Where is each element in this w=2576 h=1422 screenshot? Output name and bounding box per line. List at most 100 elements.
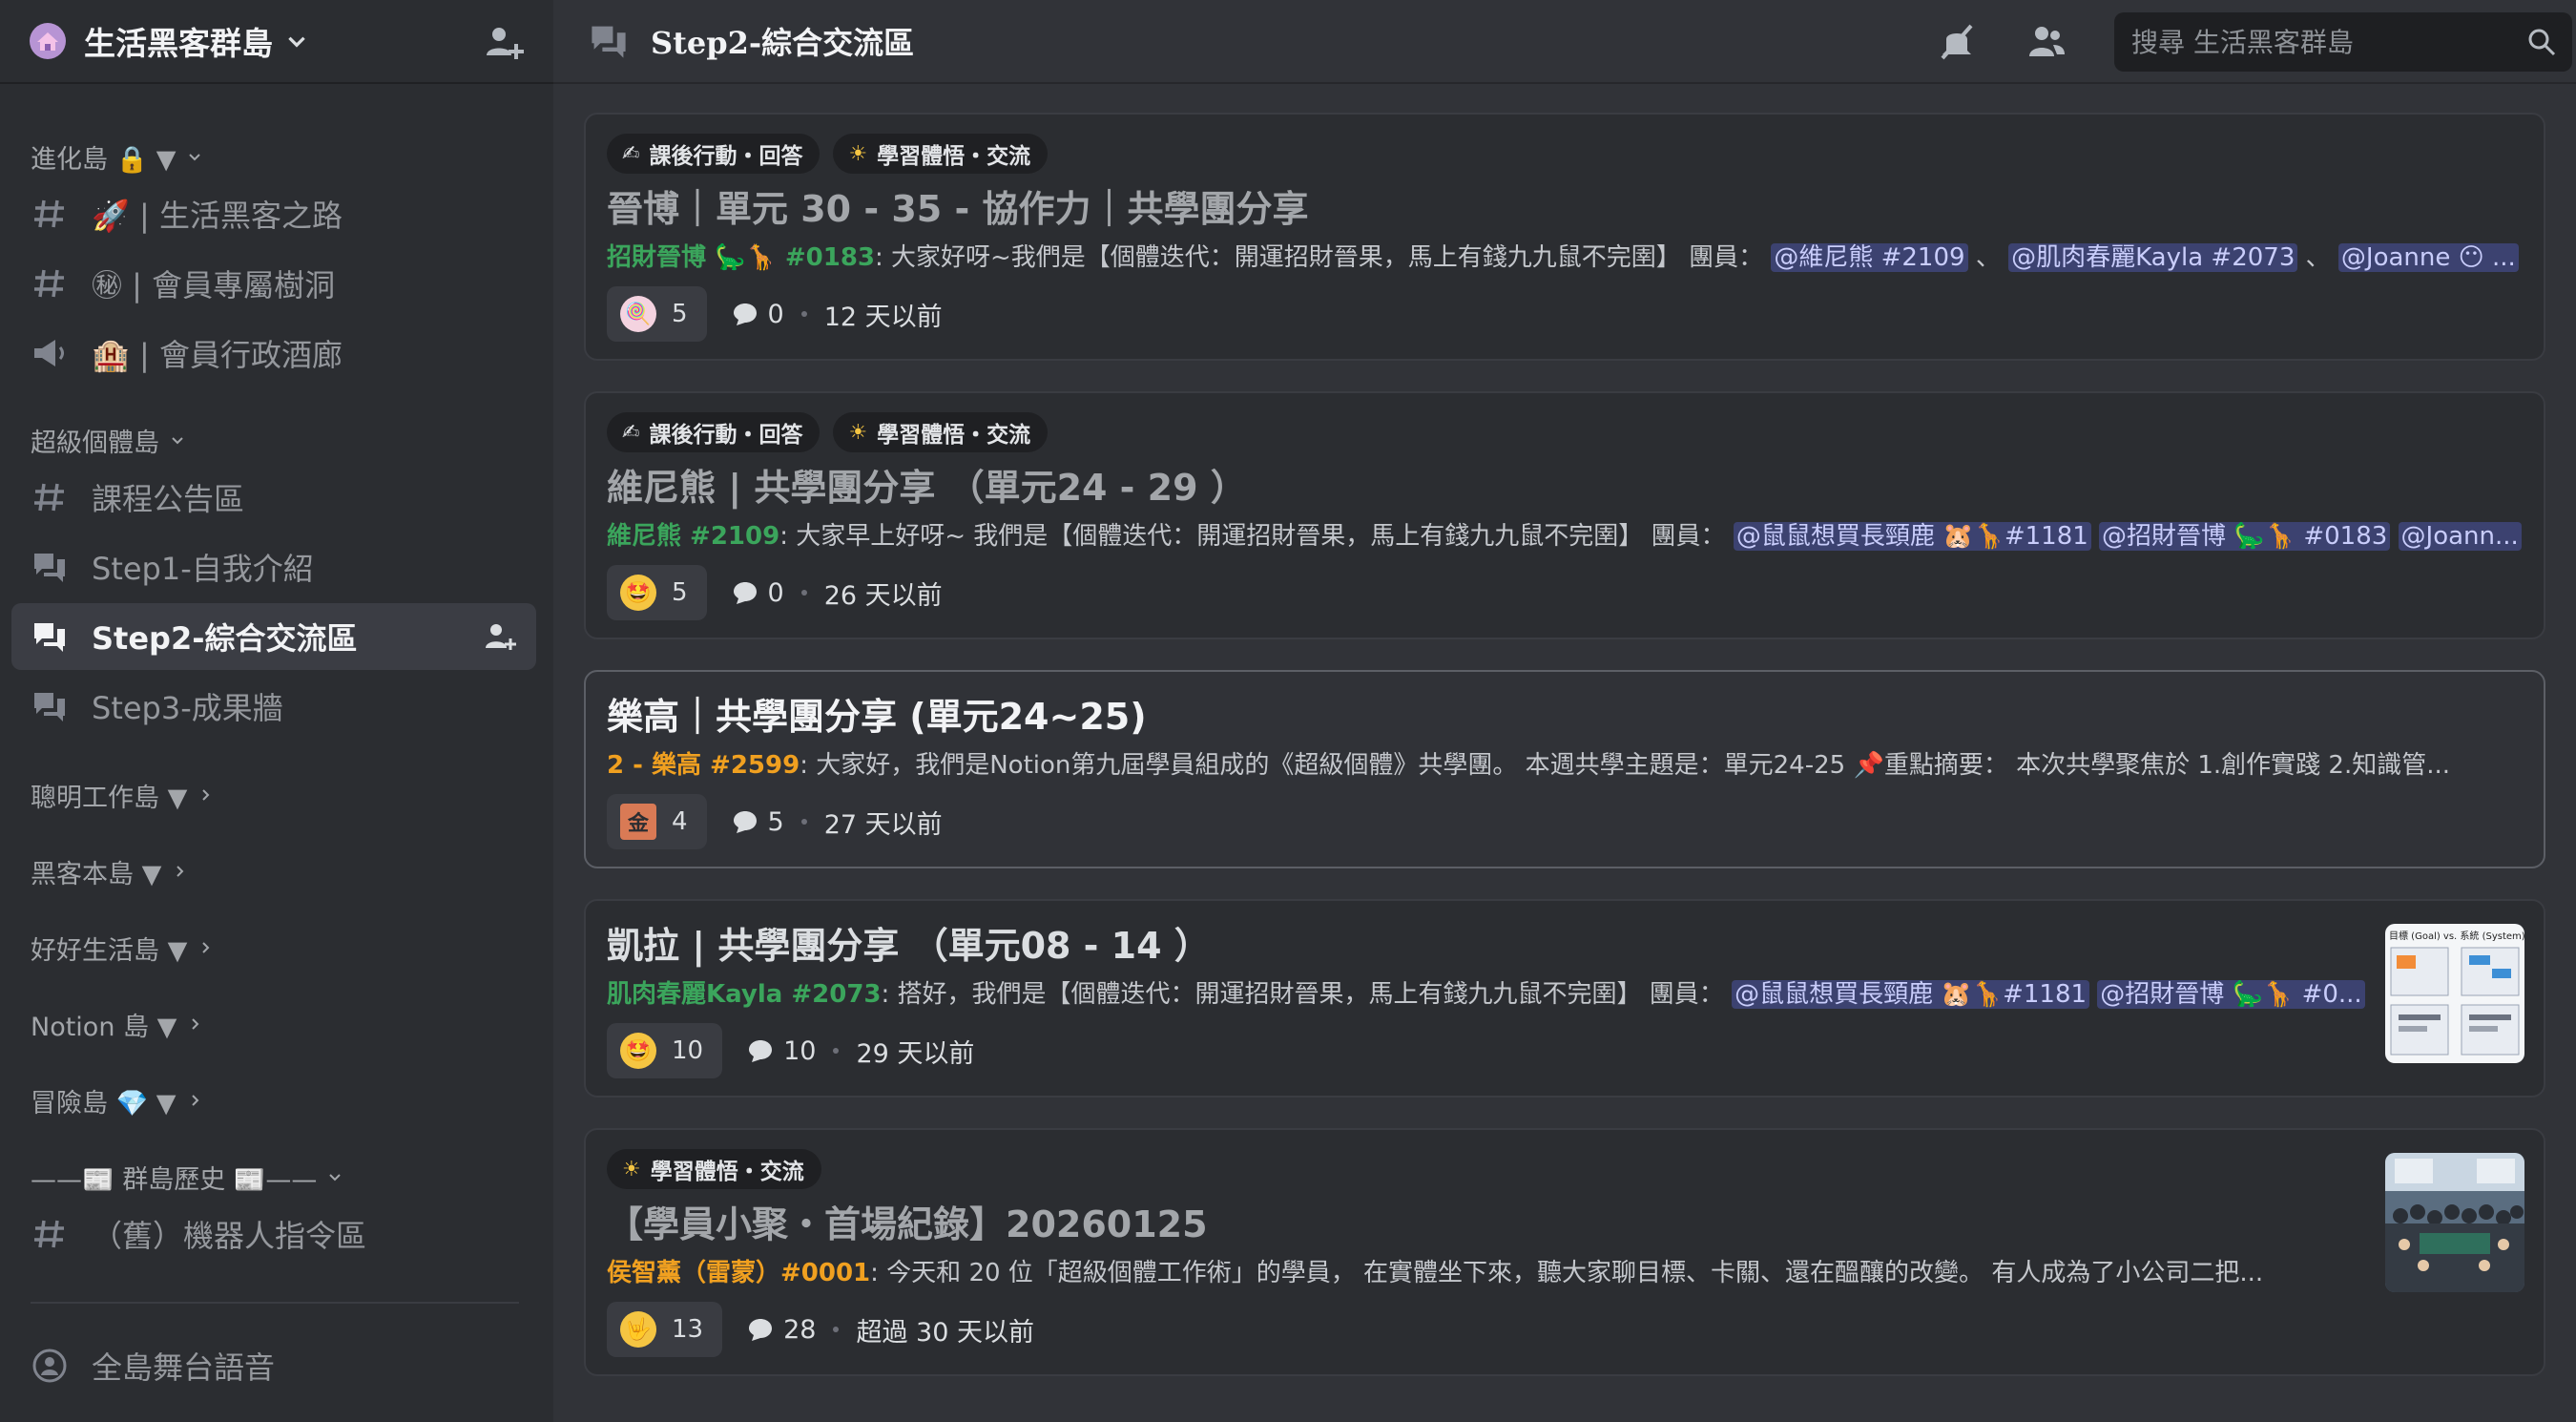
mention[interactable]: @肌肉春麗Kayla #2073 — [2008, 243, 2298, 272]
post-tag[interactable]: ✍ 課後行動・回答 — [607, 134, 821, 174]
post-thumbnail[interactable]: 目標 (Goal) vs. 系統 (System) — [2385, 924, 2524, 1063]
reaction-button[interactable]: 🤩 5 — [607, 565, 707, 620]
comment-count: 5 — [732, 807, 784, 837]
post-timestamp: 12 天以前 — [823, 302, 943, 332]
post-meta: 金 4 5 27 天以前 — [607, 794, 2523, 849]
reaction-button[interactable]: 🍭 5 — [607, 286, 707, 342]
reaction-count: 10 — [672, 1036, 704, 1065]
post-tag[interactable]: ☀ 學習體悟・交流 — [833, 134, 1049, 174]
chevron-down-icon[interactable] — [284, 29, 309, 53]
forum-post[interactable]: ✍ 課後行動・回答 ☀ 學習體悟・交流 晉博｜單元 30 - 35 - 協作力｜共學… — [584, 113, 2545, 361]
mention[interactable]: @Joanne 😶 ... — [2337, 243, 2519, 272]
post-author[interactable]: 2 - 樂高 #2599 — [607, 751, 800, 780]
separator-dot — [833, 1048, 840, 1054]
post-title: 晉博｜單元 30 - 35 - 協作力｜共學團分享 — [607, 188, 1309, 230]
category-super-individual-island[interactable]: 超級個體島 — [0, 419, 553, 461]
post-tag[interactable]: ☀ 學習體悟・交流 — [833, 412, 1049, 452]
comment-count: 10 — [747, 1036, 816, 1066]
channel-header: Step2-綜合交流區 — [553, 0, 2576, 84]
channel-course-announcements[interactable]: 課程公告區 — [11, 464, 536, 531]
category-smart-work-island[interactable]: 聰明工作島 ▼ — [0, 774, 553, 816]
chevron-down-icon — [329, 1174, 342, 1182]
preview-text: : 大家好，我們是Notion第九屆學員組成的《超級個體》共學團。 本週共學主題… — [800, 751, 2451, 780]
mention[interactable]: @招財晉博 🦕🦒 #0... — [2097, 980, 2365, 1009]
channel-stage-voice[interactable]: 全島舞台語音 — [11, 1332, 536, 1399]
reaction-count: 13 — [672, 1315, 704, 1344]
category-good-life-island[interactable]: 好好生活島 ▼ — [0, 927, 553, 969]
channel-label: 🏨 | 會員行政酒廊 — [92, 337, 343, 373]
post-timestamp: 26 天以前 — [823, 580, 943, 611]
post-thumbnail[interactable] — [2385, 1153, 2524, 1292]
post-preview: 2 - 樂高 #2599: 大家好，我們是Notion第九屆學員組成的《超級個體… — [607, 746, 2523, 784]
announcement-megaphone-icon — [34, 340, 64, 366]
category-hacker-main-island[interactable]: 黑客本島 ▼ — [0, 850, 553, 892]
add-member-icon[interactable] — [483, 619, 517, 654]
channel-member-tree-hole[interactable]: ㊙ | 會員專屬樹洞 — [11, 250, 536, 317]
member-list-icon[interactable] — [2025, 20, 2068, 64]
category-evolution-island[interactable]: 進化島 🔒 ▼ — [0, 136, 553, 178]
chevron-down-icon — [172, 437, 183, 445]
search-input[interactable] — [2131, 26, 2526, 58]
category-label: 冒險島 💎 ▼ — [31, 1088, 177, 1119]
forum-post[interactable]: 凱拉 | 共學團分享 （單元08 - 14 ） 肌肉春麗Kayla #2073:… — [584, 899, 2545, 1098]
category-notion-island[interactable]: Notion 島 ▼ — [0, 1003, 553, 1045]
post-tags: ✍ 課後行動・回答 ☀ 學習體悟・交流 — [607, 134, 2523, 174]
category-label: ——📰 群島歷史 📰—— — [31, 1164, 318, 1195]
post-timestamp: 超過 30 天以前 — [856, 1317, 1034, 1348]
tag-label: 學習體悟・交流 — [877, 423, 1031, 448]
server-header[interactable]: 生活黑客群島 — [0, 0, 553, 84]
mention[interactable]: @招財晉博 🦕🦒 #0183 — [2099, 522, 2391, 551]
comment-count-value: 28 — [783, 1314, 817, 1345]
reaction-button[interactable]: 🤟 13 — [607, 1302, 723, 1357]
channel-step1[interactable]: Step1-自我介紹 — [11, 533, 536, 600]
forum-icon — [34, 623, 65, 652]
reaction-button[interactable]: 金 4 — [607, 794, 707, 849]
category-label: 黑客本島 ▼ — [31, 859, 162, 889]
forum-post[interactable]: ✍ 課後行動・回答 ☀ 學習體悟・交流 維尼熊 | 共學團分享 （單元24 - 29… — [584, 391, 2545, 639]
mention-separator — [2390, 522, 2398, 551]
mention[interactable]: @維尼熊 #2109 — [1771, 243, 1968, 272]
invite-people-icon[interactable] — [483, 21, 525, 63]
search-box[interactable] — [2114, 12, 2572, 72]
post-tag[interactable]: ✍ 課後行動・回答 — [607, 412, 821, 452]
post-author[interactable]: 維尼熊 #2109 — [607, 522, 779, 551]
comment-count-value: 0 — [767, 299, 784, 329]
server-home-icon — [30, 23, 66, 59]
post-author[interactable]: 招財晉博 🦕🦒 #0183 — [607, 243, 875, 272]
forum-post[interactable]: 樂高｜共學團分享 (單元24~25) 2 - 樂高 #2599: 大家好，我們是… — [584, 670, 2545, 868]
comment-count: 0 — [732, 300, 784, 329]
hashtag-icon — [34, 1220, 64, 1248]
category-label: Notion 島 ▼ — [31, 1012, 177, 1042]
comment-count-value: 10 — [783, 1035, 817, 1066]
category-island-history[interactable]: ——📰 群島歷史 📰—— — [0, 1156, 553, 1198]
mention[interactable]: @鼠鼠想買長頸鹿 🐹🦒#1181 — [1732, 980, 2090, 1009]
channel-label: 全島舞台語音 — [92, 1349, 276, 1386]
writing-hand-icon: ✍ — [622, 420, 640, 445]
channel-step3[interactable]: Step3-成果牆 — [11, 673, 536, 740]
post-author[interactable]: 肌肉春麗Kayla #2073 — [607, 980, 882, 1009]
sidebar-divider — [31, 1302, 519, 1304]
channel-life-hacker-road[interactable]: 🚀 | 生活黑客之路 — [11, 180, 536, 247]
chevron-right-icon — [191, 1095, 198, 1106]
sun-icon: ☀ — [848, 141, 868, 166]
comment-count-value: 5 — [767, 806, 784, 837]
notification-muted-icon[interactable] — [1935, 20, 1979, 64]
separator-dot — [800, 819, 807, 825]
mention[interactable]: @鼠鼠想買長頸鹿 🐹🦒#1181 — [1733, 522, 2091, 551]
post-tag[interactable]: ☀ 學習體悟・交流 — [607, 1149, 821, 1189]
mention[interactable]: @Joann... — [2398, 522, 2522, 551]
reaction-button[interactable]: 🤩 10 — [607, 1023, 723, 1078]
forum-icon — [34, 554, 65, 582]
category-adventure-island[interactable]: 冒險島 💎 ▼ — [0, 1079, 553, 1121]
forum-post[interactable]: ☀ 學習體悟・交流 【學員小聚・首場紀錄】20260125 侯智薰（雷蒙）#000… — [584, 1128, 2545, 1376]
post-title: 樂高｜共學團分享 (單元24~25) — [607, 696, 1147, 738]
channel-label: Step3-成果牆 — [92, 690, 283, 726]
mention-separator: 、 — [1967, 243, 2009, 272]
channel-step2-selected[interactable]: Step2-綜合交流區 — [11, 603, 536, 670]
star-struck-emoji-icon: 🤩 — [620, 575, 656, 611]
channel-member-lounge[interactable]: 🏨 | 會員行政酒廊 — [11, 320, 536, 387]
channel-old-bot-commands[interactable]: （舊）機器人指令區 — [11, 1201, 536, 1267]
tag-label: 學習體悟・交流 — [650, 1160, 804, 1184]
category-label: 進化島 🔒 ▼ — [31, 144, 177, 175]
post-author[interactable]: 侯智薰（雷蒙）#0001 — [607, 1259, 870, 1287]
